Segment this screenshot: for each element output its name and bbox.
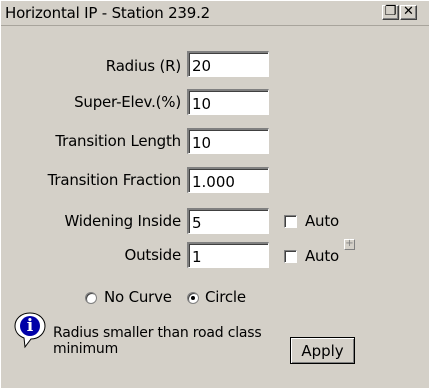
close-icon: ✕ <box>403 4 414 19</box>
outside-auto-label: Auto <box>305 247 340 265</box>
widening-inside-input[interactable] <box>189 210 268 233</box>
outside-field[interactable] <box>187 242 269 268</box>
transition-length-label: Transition Length <box>55 132 181 150</box>
outside-input[interactable] <box>189 244 268 267</box>
transition-fraction-label: Transition Fraction <box>47 171 182 189</box>
no-curve-label: No Curve <box>104 288 172 306</box>
super-elev-input[interactable] <box>189 91 268 114</box>
widening-inside-label: Widening Inside <box>64 212 181 230</box>
plus-icon: + <box>345 238 354 249</box>
radius-field[interactable] <box>187 51 269 77</box>
super-elev-field[interactable] <box>187 89 269 115</box>
radius-label: Radius (R) <box>105 57 181 75</box>
close-button[interactable]: ✕ <box>400 5 417 20</box>
restore-button[interactable]: ❐ <box>382 5 399 20</box>
message-line-1: Radius smaller than road class <box>53 325 262 341</box>
info-icon-glyph: i <box>26 316 34 336</box>
outside-auto-checkbox[interactable] <box>284 250 297 263</box>
restore-icon: ❐ <box>384 4 397 19</box>
window-title: Horizontal IP - Station 239.2 <box>5 4 211 22</box>
widening-inside-auto-checkbox[interactable] <box>284 215 297 228</box>
super-elev-label: Super-Elev.(%) <box>74 93 181 111</box>
dialog-window: Horizontal IP - Station 239.2 ❐ ✕ Radius… <box>0 0 429 388</box>
outside-label: Outside <box>124 246 181 264</box>
info-icon: i <box>13 311 47 349</box>
message-line-2: minimum <box>53 341 119 357</box>
expand-plus-button[interactable]: + <box>344 239 355 250</box>
circle-label: Circle <box>205 288 246 306</box>
transition-length-input[interactable] <box>189 130 268 153</box>
transition-length-field[interactable] <box>187 128 269 154</box>
widening-inside-auto-label: Auto <box>305 212 340 230</box>
circle-radio[interactable] <box>187 292 199 304</box>
radius-input[interactable] <box>189 53 268 76</box>
title-bar: Horizontal IP - Station 239.2 ❐ ✕ <box>1 1 429 26</box>
widening-inside-field[interactable] <box>187 208 269 234</box>
no-curve-radio[interactable] <box>85 292 97 304</box>
circle-radio-selected-dot <box>191 296 195 300</box>
apply-button[interactable]: Apply <box>290 337 355 364</box>
transition-fraction-field[interactable] <box>187 167 269 193</box>
transition-fraction-input[interactable] <box>189 169 268 192</box>
